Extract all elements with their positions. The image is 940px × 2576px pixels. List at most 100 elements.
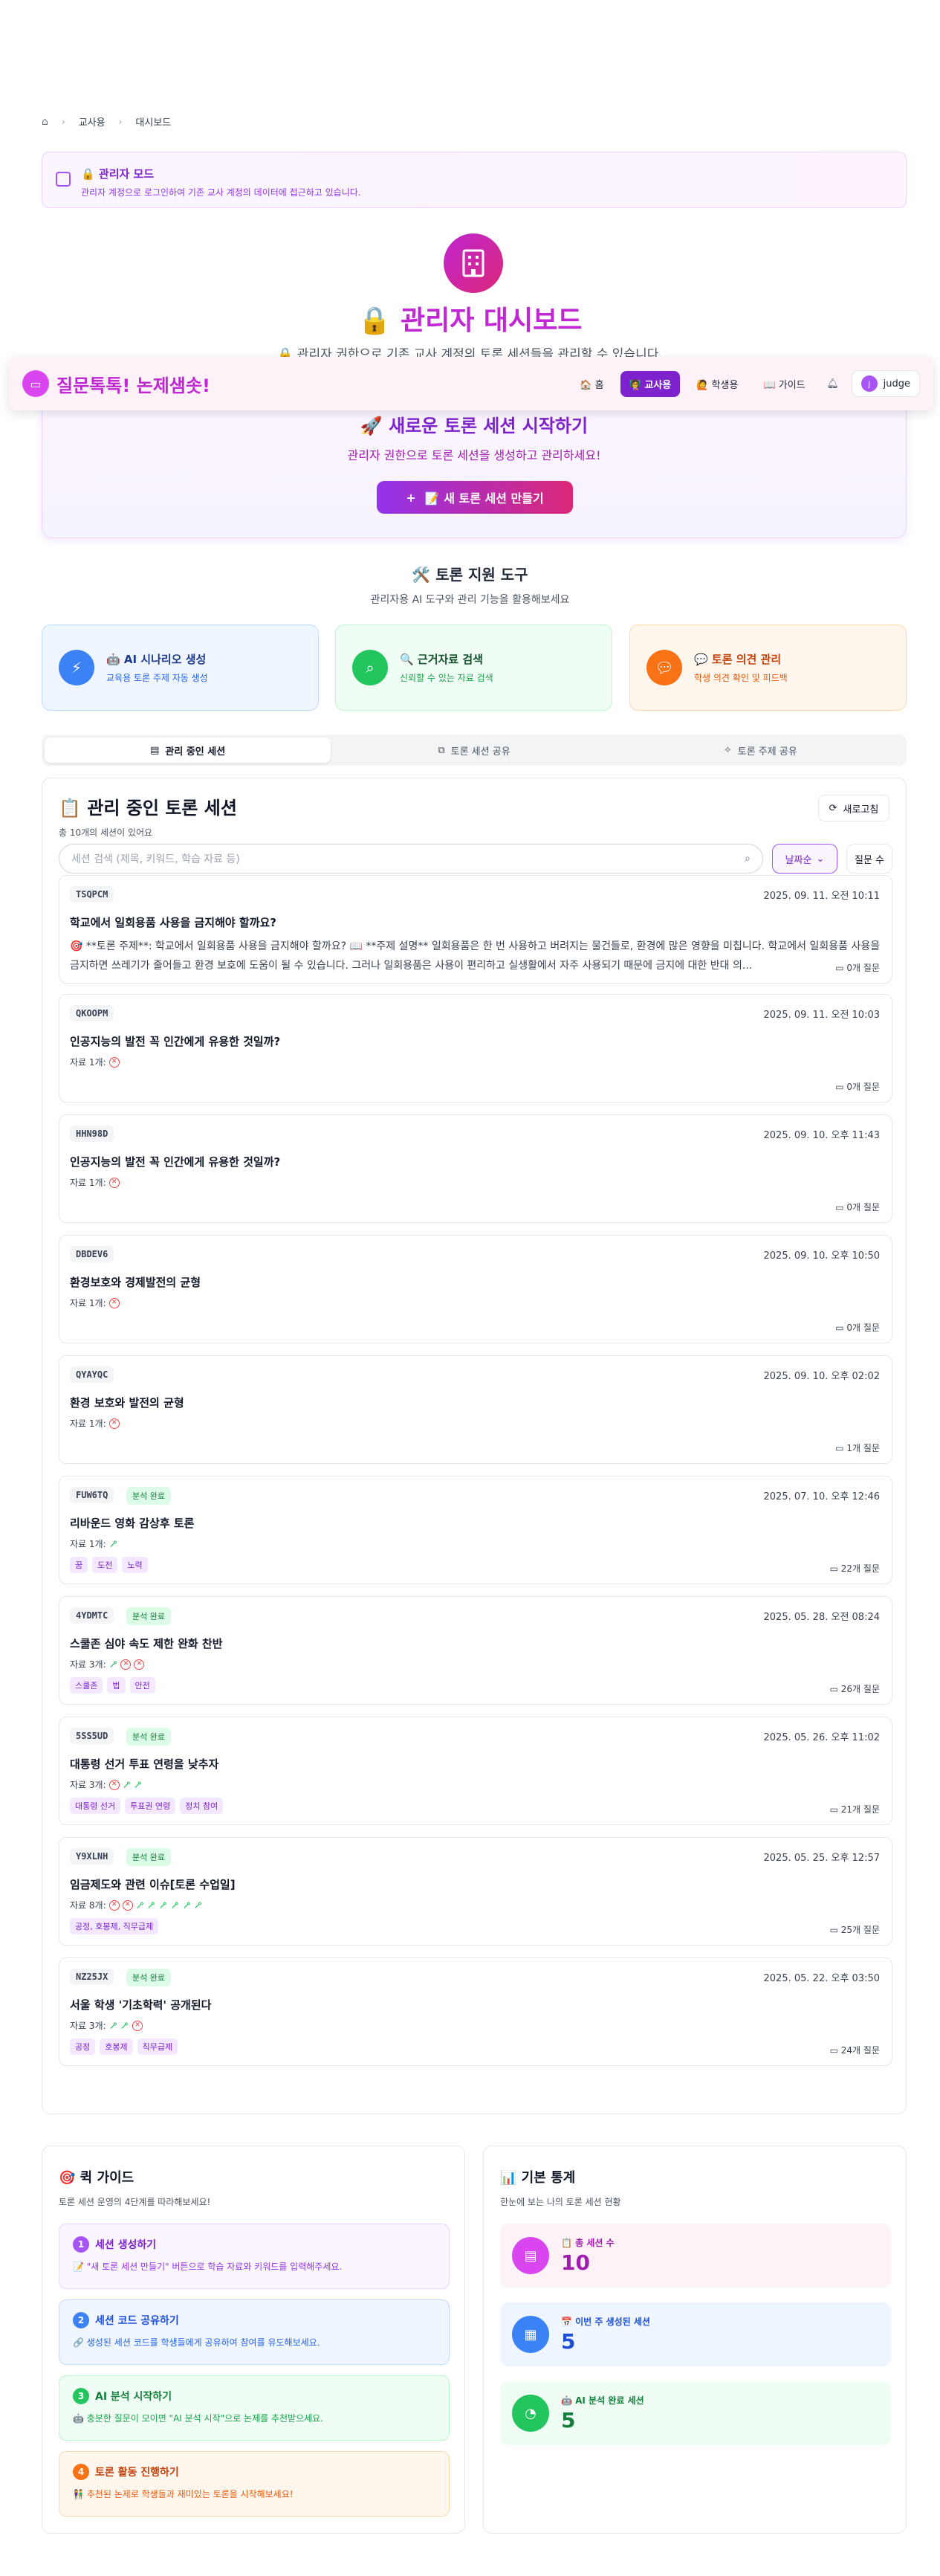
question-sort-button[interactable]: 질문 수 [846, 844, 892, 874]
guide-title: 🎯 퀵 가이드 [59, 2170, 134, 2186]
tab-share-sessions[interactable]: ⧉ 토론 세션 공유 [331, 737, 617, 763]
session-card[interactable]: TSQPCM 2025. 09. 11. 오전 10:11 학교에서 일회용품 사용… [59, 875, 892, 984]
materials-label: 자료 1개: [70, 1298, 106, 1308]
nav-teacher[interactable]: 👩‍🏫 교사용 [620, 370, 681, 397]
breadcrumb: ⌂ › 교사용 › 대시보드 [42, 114, 171, 129]
search-icon: ⌕ [745, 853, 751, 865]
session-card[interactable]: QYAYQC 2025. 09. 10. 오후 02:02 환경 보호와 발전의 균… [59, 1355, 892, 1464]
tab-managed-sessions[interactable]: ▤ 관리 중인 세션 [45, 737, 331, 763]
status-badge: 분석 완료 [126, 1728, 171, 1746]
sort-label: 날짜순 [785, 854, 812, 866]
session-card[interactable]: 4YDMTC 분석 완료 2025. 05. 28. 오전 08:24 스쿨존 심야 … [59, 1596, 892, 1705]
session-code: TSQPCM [70, 886, 114, 903]
tab-share-topics[interactable]: ✧ 토론 주제 공유 [618, 737, 904, 763]
plus-icon: + [406, 490, 416, 505]
session-code: Y9XLNH [70, 1848, 114, 1865]
tool-opinion-manage[interactable]: 💬︎ 💬 토론 의견 관리 학생 의견 확인 및 피드백 [629, 624, 907, 711]
session-card[interactable]: Y9XLNH 분석 완료 2025. 05. 25. 오후 12:57 임금제도와 관… [59, 1837, 892, 1946]
question-count-label: 0개 질문 [846, 1082, 880, 1092]
session-materials: 자료 1개: ⊸ [70, 1537, 121, 1552]
user-menu[interactable]: j judge [851, 370, 920, 397]
tool-title: 💬 토론 의견 관리 [694, 653, 782, 666]
nav-guide[interactable]: 📖 가이드 [754, 371, 814, 397]
calendar-icon: ▦ [512, 2316, 549, 2353]
step-number: 4 [73, 2464, 89, 2480]
app-brand[interactable]: 질문톡톡! 논제샘솟! [56, 371, 210, 397]
question-count: ▭ 0개 질문 [835, 1321, 880, 1334]
session-title: 대통령 선거 투표 연령을 낮추자 [70, 1757, 219, 1771]
link-icon[interactable]: ⊸ [131, 1778, 146, 1792]
search-icon: ⌕ [352, 650, 388, 685]
error-icon[interactable]: ✕ [122, 1899, 133, 1911]
session-date: 2025. 09. 10. 오후 02:02 [763, 1371, 880, 1382]
error-icon[interactable]: ✕ [108, 1779, 120, 1790]
step-title: 세션 코드 공유하기 [95, 2315, 179, 2327]
user-name: judge [883, 378, 910, 390]
session-materials: 자료 8개: ✕ ✕ ⊸ ⊸ ⊸ ⊸ ⊸ ⊸ [70, 1898, 206, 1913]
comment-icon: ▭ [829, 2045, 841, 2056]
pie-chart-icon: ◔ [512, 2395, 549, 2432]
nav-home[interactable]: 🏠 홈 [571, 371, 612, 397]
session-date: 2025. 05. 25. 오후 12:57 [763, 1853, 880, 1864]
session-code: QYAYQC [70, 1366, 114, 1383]
question-count: ▭ 21개 질문 [830, 1803, 880, 1815]
session-card[interactable]: DBDEV6 2025. 09. 10. 오후 10:50 환경보호와 경제발전의 … [59, 1235, 892, 1343]
search-placeholder: 세션 검색 (제목, 키워드, 학습 자료 등) [71, 853, 240, 865]
stat-value: 5 [561, 2408, 576, 2433]
breadcrumb-teacher[interactable]: 교사용 [79, 114, 106, 129]
session-code: DBDEV6 [70, 1246, 114, 1262]
comment-icon: ▭ [835, 1323, 847, 1333]
stat-value: 10 [561, 2250, 590, 2275]
session-card[interactable]: NZ25JX 분석 완료 2025. 05. 22. 오후 03:50 서울 학생 '… [59, 1957, 892, 2066]
link-icon[interactable]: ⊸ [168, 1898, 183, 1913]
error-icon[interactable]: ✕ [120, 1659, 132, 1670]
admin-mode-desc: 관리자 계정으로 로그인하여 기존 교사 계정의 데이터에 접근하고 있습니다. [81, 187, 361, 198]
tool-ai-scenario[interactable]: ⚡ 🤖 AI 시나리오 생성 교육용 토론 주제 자동 생성 [42, 624, 319, 711]
error-icon[interactable]: ✕ [132, 2020, 143, 2031]
bell-icon[interactable]: 🔔︎ [822, 378, 844, 390]
tool-evidence-search[interactable]: ⌕ 🔍 근거자료 검색 신뢰할 수 있는 자료 검색 [335, 624, 612, 711]
link-icon[interactable]: ⊸ [106, 1537, 121, 1552]
refresh-icon: ⟳ [829, 802, 837, 814]
session-card[interactable]: HHN98D 2025. 09. 10. 오후 11:43 인공지능의 발전 꼭 인… [59, 1114, 892, 1223]
keyword-tag: 스쿨존 [70, 1677, 103, 1694]
nav-student[interactable]: 🙋 학생용 [687, 371, 747, 397]
session-materials: 자료 1개: ✕ [70, 1297, 120, 1309]
keyword-tag: 직무급제 [137, 2038, 178, 2055]
session-card[interactable]: QKOOPM 2025. 09. 11. 오전 10:03 인공지능의 발전 꼭 인… [59, 994, 892, 1103]
step-number: 1 [73, 2236, 89, 2253]
session-date: 2025. 05. 28. 오전 08:24 [763, 1612, 880, 1623]
session-date: 2025. 09. 10. 오후 10:50 [763, 1250, 880, 1262]
keyword-tag: 도전 [92, 1557, 118, 1573]
session-date: 2025. 09. 11. 오전 10:03 [763, 1010, 880, 1021]
error-icon[interactable]: ✕ [108, 1418, 120, 1429]
session-card[interactable]: FUW6TQ 분석 완료 2025. 07. 10. 오후 12:46 리바운드 영화… [59, 1476, 892, 1584]
error-icon[interactable]: ✕ [108, 1899, 120, 1911]
breadcrumb-dashboard: 대시보드 [135, 117, 172, 129]
stat-label: 📅 이번 주 생성된 세션 [561, 2317, 650, 2327]
error-icon[interactable]: ✕ [108, 1056, 120, 1068]
session-code: HHN98D [70, 1126, 114, 1142]
error-icon[interactable]: ✕ [108, 1177, 120, 1188]
tool-desc: 교육용 토론 주제 자동 생성 [106, 673, 208, 683]
question-count: ▭ 22개 질문 [830, 1562, 880, 1575]
admin-mode-notice: 🔒 관리자 모드 관리자 계정으로 로그인하여 기존 교사 계정의 데이터에 접… [42, 152, 907, 208]
step-number: 3 [73, 2388, 89, 2404]
home-icon[interactable]: ⌂ [42, 116, 48, 128]
search-input[interactable]: 세션 검색 (제목, 키워드, 학습 자료 등) ⌕ [59, 844, 763, 874]
session-tags: 꿈 도전 노력 [70, 1557, 148, 1573]
error-icon[interactable]: ✕ [108, 1297, 120, 1308]
lock-icon [56, 172, 71, 187]
guide-subtitle: 토론 세션 운영의 4단계를 따라해보세요! [59, 2197, 211, 2207]
error-icon[interactable]: ✕ [134, 1659, 145, 1670]
new-session-button[interactable]: + 📝 새 토론 세션 만들기 [377, 481, 573, 514]
link-icon[interactable]: ⊸ [106, 1657, 121, 1672]
session-title: 리바운드 영화 감상후 토론 [70, 1517, 195, 1530]
stats-title: 📊 기본 통계 [500, 2170, 576, 2186]
refresh-button[interactable]: ⟳ 새로고침 [818, 795, 889, 821]
chat-bubble-icon[interactable]: ▭ [22, 370, 49, 397]
session-card[interactable]: 5SS5UD 분석 완료 2025. 05. 26. 오후 11:02 대통령 선거 … [59, 1717, 892, 1825]
sort-select[interactable]: 날짜순 ⌄ [772, 844, 837, 874]
link-icon[interactable]: ⊸ [117, 2018, 132, 2033]
link-icon[interactable]: ⊸ [191, 1898, 206, 1913]
